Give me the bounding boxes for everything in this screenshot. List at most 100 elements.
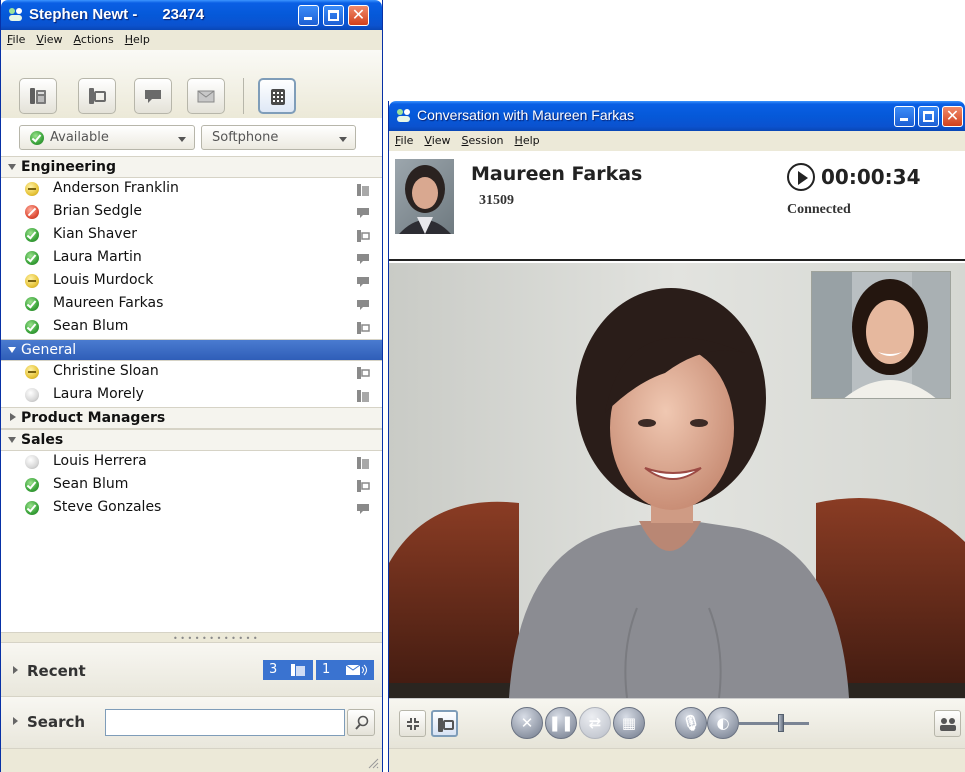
contacts-title-bar[interactable]: Stephen Newt - 23474 ✕ — [1, 0, 382, 30]
contact-row[interactable]: Laura Martin — [1, 247, 382, 270]
self-view-video[interactable] — [811, 271, 951, 399]
volume-slider-thumb[interactable] — [778, 714, 784, 732]
video-toggle-button[interactable] — [431, 710, 458, 737]
close-button[interactable]: ✕ — [348, 5, 369, 26]
group-label: Product Managers — [21, 410, 166, 426]
group-header[interactable]: General — [1, 339, 382, 361]
available-status-icon — [25, 501, 39, 515]
fullscreen-button[interactable] — [399, 710, 426, 737]
busy-status-icon — [25, 205, 39, 219]
transfer-button[interactable]: ⇄ — [579, 707, 611, 739]
resize-grip-icon[interactable] — [367, 757, 379, 769]
menu-view[interactable]: View — [30, 30, 67, 46]
device-dropdown[interactable]: Softphone — [201, 125, 356, 150]
dialpad-button[interactable] — [258, 78, 296, 114]
maximize-button[interactable] — [918, 106, 939, 127]
voicemail-badge[interactable]: 1 — [316, 660, 374, 680]
call-button[interactable] — [19, 78, 57, 114]
search-input[interactable] — [105, 709, 345, 736]
contact-row[interactable]: Christine Sloan — [1, 361, 382, 384]
contact-name: Anderson Franklin — [53, 180, 179, 196]
available-status-icon — [30, 131, 44, 145]
group-header[interactable]: Product Managers — [1, 407, 382, 429]
menu-file[interactable]: File — [1, 30, 30, 46]
pane-splitter[interactable]: • • • • • • • • • • • • — [1, 632, 382, 643]
chat-icon[interactable] — [356, 252, 370, 270]
video-call-icon[interactable] — [356, 321, 370, 339]
contact-row[interactable]: Maureen Farkas — [1, 293, 382, 316]
caller-name: Maureen Farkas — [471, 163, 643, 185]
menu-help[interactable]: Help — [509, 131, 545, 147]
phone-icon[interactable] — [356, 456, 370, 474]
minimize-button[interactable] — [298, 5, 319, 26]
video-call-icon[interactable] — [356, 366, 370, 384]
menu-view[interactable]: View — [418, 131, 455, 147]
video-call-icon[interactable] — [356, 229, 370, 247]
menu-file[interactable]: File — [389, 131, 418, 147]
chevron-down-icon — [8, 437, 16, 443]
video-call-icon — [89, 88, 106, 104]
speaker-icon: ◐ — [716, 714, 730, 732]
video-call-button[interactable] — [78, 78, 116, 114]
end-call-button[interactable]: ✕ — [511, 707, 543, 739]
phone-icon[interactable] — [356, 389, 370, 407]
participants-button[interactable] — [934, 710, 961, 737]
contacts-menu-bar: File View Actions Help — [1, 30, 382, 50]
contacts-status-bar — [1, 748, 382, 772]
search-button[interactable] — [347, 709, 375, 736]
video-call-icon[interactable] — [356, 479, 370, 497]
menu-session[interactable]: Session — [456, 131, 509, 147]
chat-icon[interactable] — [356, 502, 370, 520]
menu-actions[interactable]: Actions — [68, 30, 119, 46]
email-button[interactable] — [187, 78, 225, 114]
chat-icon[interactable] — [356, 275, 370, 293]
caller-extension: 31509 — [479, 193, 514, 208]
contact-name: Louis Murdock — [53, 272, 154, 288]
contact-row[interactable]: Laura Morely — [1, 384, 382, 407]
maximize-button[interactable] — [323, 5, 344, 26]
contact-name: Laura Martin — [53, 249, 142, 265]
missed-calls-badge[interactable]: 3 — [263, 660, 313, 680]
group-label: Sales — [21, 432, 64, 448]
group-header[interactable]: Sales — [1, 429, 382, 451]
chat-icon[interactable] — [356, 206, 370, 224]
phone-icon[interactable] — [356, 183, 370, 201]
contact-row[interactable]: Louis Murdock — [1, 270, 382, 293]
dialpad-icon — [271, 89, 285, 105]
contact-row[interactable]: Kian Shaver — [1, 224, 382, 247]
available-status-icon — [25, 297, 39, 311]
chevron-down-icon — [178, 137, 186, 142]
contact-row[interactable]: Sean Blum — [1, 474, 382, 497]
contact-row[interactable]: Sean Blum — [1, 316, 382, 339]
hold-button[interactable]: ❚❚ — [545, 707, 577, 739]
search-label: Search — [27, 713, 86, 731]
voicemail-icon — [345, 664, 367, 676]
contact-row[interactable]: Steve Gonzales — [1, 497, 382, 520]
contact-name: Laura Morely — [53, 386, 144, 402]
conversation-window: Conversation with Maureen Farkas ✕ File V… — [388, 101, 965, 772]
app-icon — [9, 8, 22, 21]
contact-row[interactable]: Louis Herrera — [1, 451, 382, 474]
chevron-down-icon — [8, 347, 16, 353]
search-icon — [355, 715, 369, 730]
mute-button[interactable]: 🎙 — [675, 707, 707, 739]
minimize-button[interactable] — [894, 106, 915, 127]
dialpad-button[interactable]: ▦ — [613, 707, 645, 739]
chat-button[interactable] — [134, 78, 172, 114]
contact-row[interactable]: Anderson Franklin — [1, 178, 382, 201]
search-panel: Search — [1, 696, 382, 748]
group-header[interactable]: Engineering — [1, 156, 382, 178]
call-header: Maureen Farkas 31509 00:00:34 Connected — [389, 151, 965, 261]
chat-icon[interactable] — [356, 298, 370, 316]
call-timer: 00:00:34 — [821, 165, 921, 189]
contact-name: Sean Blum — [53, 476, 129, 492]
contact-row[interactable]: Brian Sedgle — [1, 201, 382, 224]
recent-panel[interactable]: Recent 3 1 — [1, 642, 382, 696]
speaker-button[interactable]: ◐ — [707, 707, 739, 739]
volume-slider[interactable] — [739, 722, 809, 725]
presence-dropdown[interactable]: Available — [19, 125, 195, 150]
menu-help[interactable]: Help — [119, 30, 155, 46]
conversation-title-bar[interactable]: Conversation with Maureen Farkas ✕ — [389, 101, 965, 131]
email-icon — [197, 90, 215, 103]
close-button[interactable]: ✕ — [942, 106, 963, 127]
